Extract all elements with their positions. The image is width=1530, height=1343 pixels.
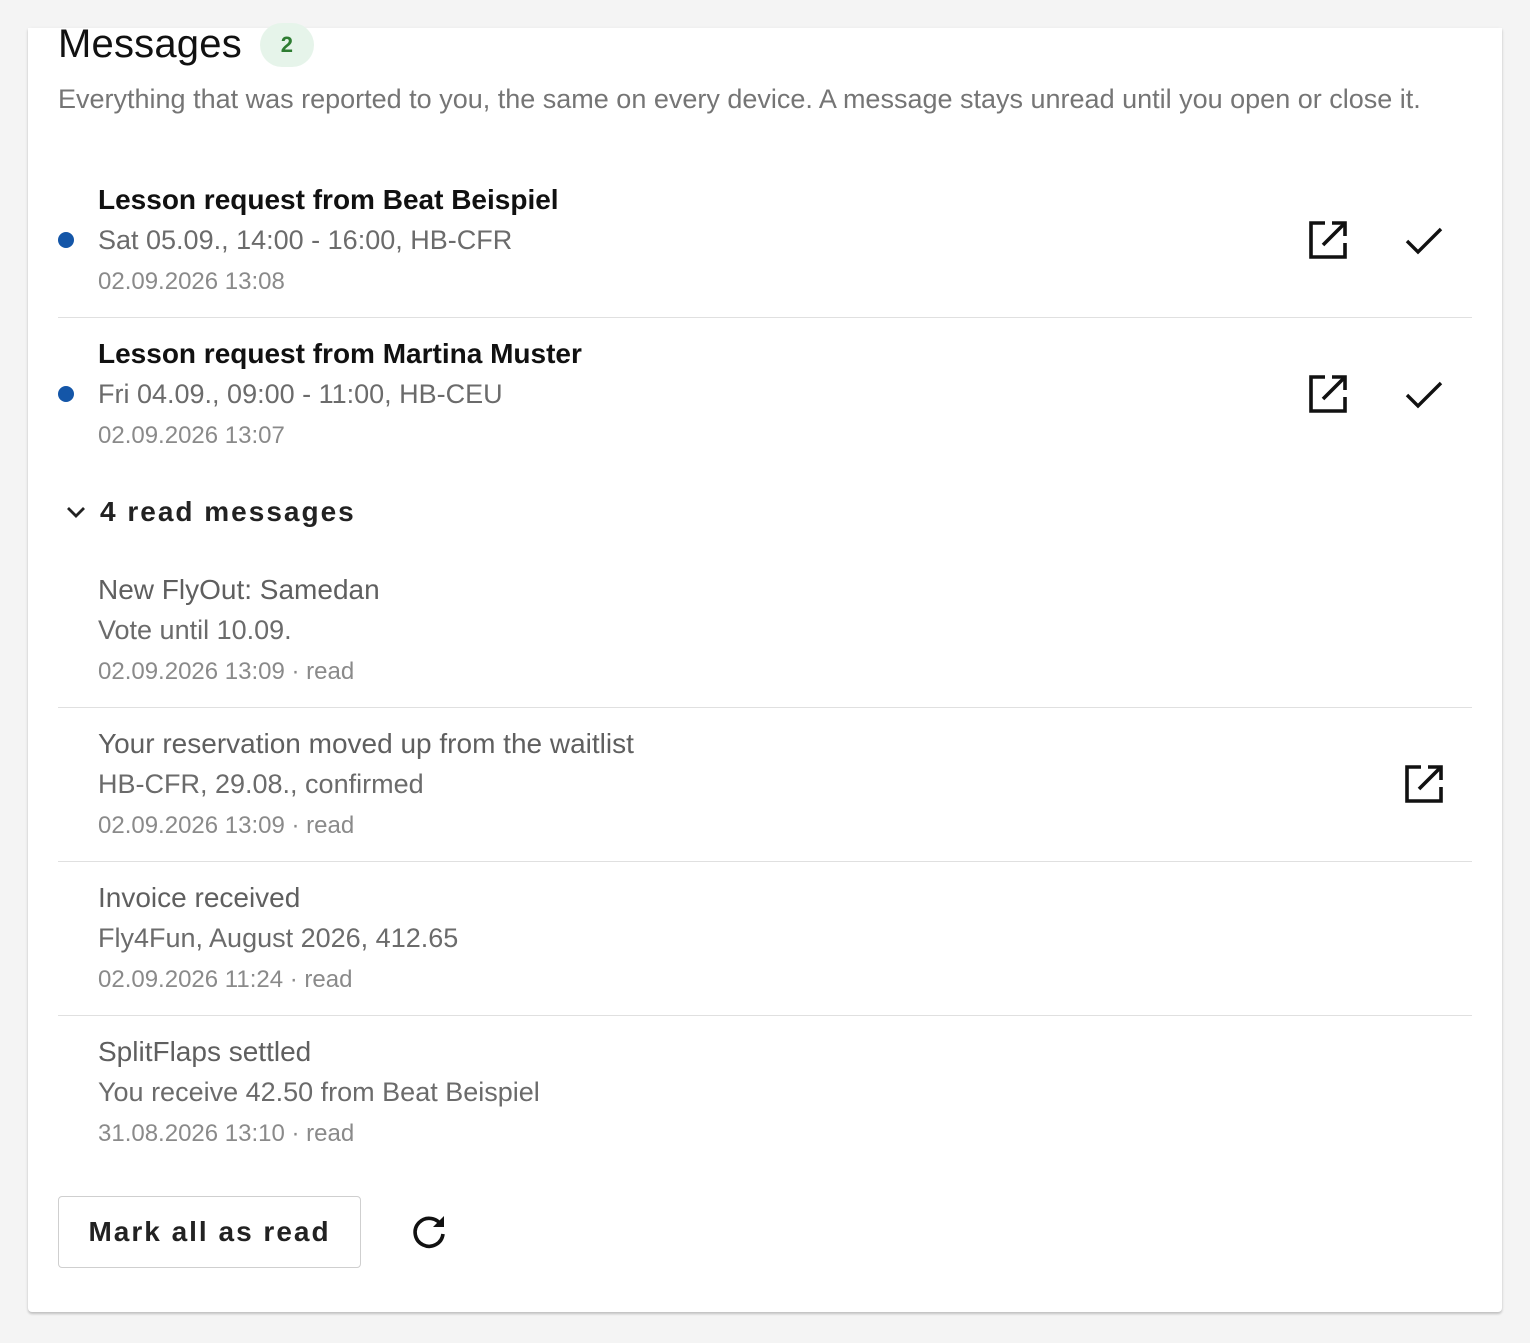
- message-title: Lesson request from Martina Muster: [98, 338, 582, 369]
- message-timestamp: 02.09.2026 11:24 · read: [98, 966, 353, 993]
- refresh-button[interactable]: [405, 1208, 453, 1256]
- message-title: Lesson request from Beat Beispiel: [98, 184, 559, 215]
- mark-all-read-button[interactable]: Mark all as read: [58, 1196, 361, 1268]
- message-detail: HB-CFR, 29.08., confirmed: [98, 769, 424, 799]
- refresh-icon: [413, 1216, 445, 1249]
- open-message-button[interactable]: [1304, 216, 1352, 264]
- message-item-unread[interactable]: Lesson request from Martina Muster Fri 0…: [58, 318, 1472, 472]
- message-detail: Fly4Fun, August 2026, 412.65: [98, 923, 459, 953]
- unread-indicator: [58, 232, 74, 248]
- message-detail: Fri 04.09., 09:00 - 11:00, HB-CEU: [98, 379, 503, 409]
- message-title: Invoice received: [98, 882, 301, 913]
- unread-count-badge: 2: [259, 22, 314, 67]
- panel-description: Everything that was reported to you, the…: [58, 84, 1421, 114]
- unread-indicator: [58, 386, 74, 402]
- message-timestamp: 02.09.2026 13:09 · read: [98, 812, 355, 839]
- message-timestamp: 02.09.2026 13:08: [98, 268, 285, 295]
- message-item-read[interactable]: New FlyOut: Samedan Vote until 10.09. 02…: [58, 554, 1472, 708]
- read-messages-toggle-label: 4 read messages: [100, 496, 356, 527]
- chevron-down-icon: [67, 507, 85, 518]
- message-title: New FlyOut: Samedan: [98, 574, 380, 605]
- mark-read-button[interactable]: [1400, 370, 1448, 418]
- message-timestamp: 02.09.2026 13:09 · read: [98, 658, 355, 685]
- open-in-new-icon: [1309, 375, 1347, 413]
- panel-header: Messages 2: [58, 22, 314, 67]
- page-title: Messages: [58, 22, 242, 66]
- mark-read-button[interactable]: [1400, 216, 1448, 264]
- check-icon: [1405, 381, 1443, 409]
- message-item-read[interactable]: Your reservation moved up from the waitl…: [58, 708, 1472, 862]
- message-detail: You receive 42.50 from Beat Beispiel: [98, 1077, 540, 1107]
- open-message-button[interactable]: [1400, 760, 1448, 808]
- message-title: Your reservation moved up from the waitl…: [98, 728, 634, 759]
- open-in-new-icon: [1309, 221, 1347, 259]
- read-messages-toggle[interactable]: 4 read messages: [64, 496, 356, 528]
- open-message-button[interactable]: [1304, 370, 1352, 418]
- message-detail: Sat 05.09., 14:00 - 16:00, HB-CFR: [98, 225, 513, 255]
- message-item-read[interactable]: Invoice received Fly4Fun, August 2026, 4…: [58, 862, 1472, 1016]
- message-item-unread[interactable]: Lesson request from Beat Beispiel Sat 05…: [58, 164, 1472, 318]
- messages-panel: Messages 2 Everything that was reported …: [28, 22, 1502, 1312]
- check-icon: [1405, 227, 1443, 255]
- message-item-read[interactable]: SplitFlaps settled You receive 42.50 fro…: [58, 1016, 1472, 1170]
- message-timestamp: 31.08.2026 13:10 · read: [98, 1120, 355, 1147]
- message-title: SplitFlaps settled: [98, 1036, 312, 1067]
- open-in-new-icon: [1405, 765, 1443, 803]
- message-timestamp: 02.09.2026 13:07: [98, 422, 285, 449]
- message-detail: Vote until 10.09.: [98, 615, 292, 645]
